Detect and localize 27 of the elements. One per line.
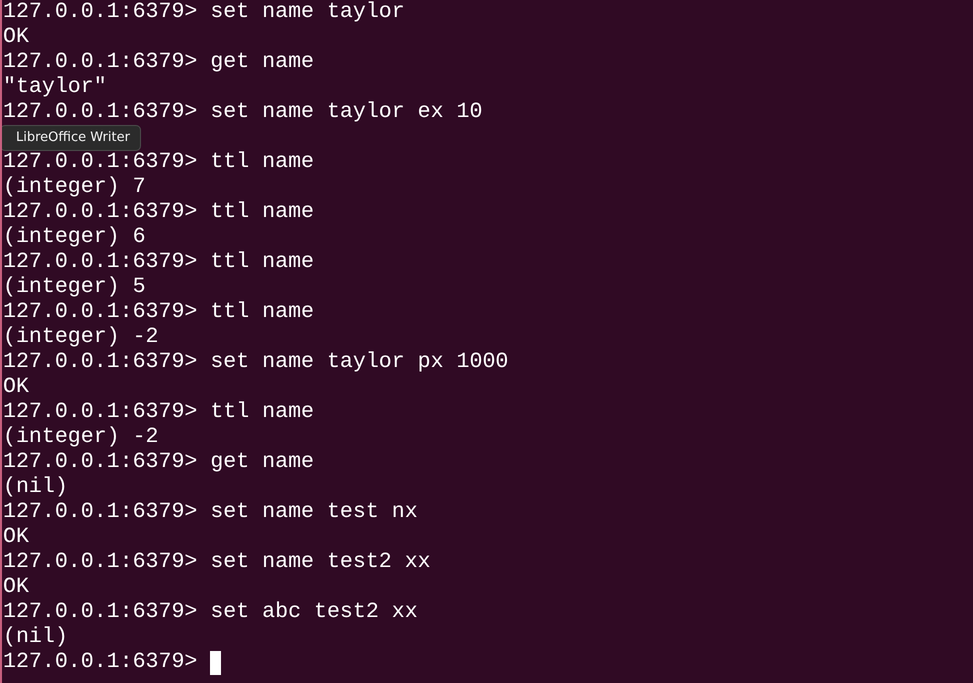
output-line: "taylor" [3, 75, 107, 100]
output-line: (nil) [3, 625, 68, 650]
prompt-line: 127.0.0.1:6379> ttl name [3, 200, 314, 225]
tooltip: LibreOffice Writer [2, 124, 141, 150]
output-line: (integer) 6 [3, 225, 146, 250]
output-line: OK [3, 525, 29, 550]
prompt-line: 127.0.0.1:6379> ttl name [3, 400, 314, 425]
output-line: OK [3, 375, 29, 400]
prompt-line: 127.0.0.1:6379> get name [3, 50, 314, 75]
prompt-line: 127.0.0.1:6379> set name taylor px 1000 [3, 350, 508, 375]
prompt-line: 127.0.0.1:6379> set name taylor ex 10 [3, 100, 482, 125]
prompt-line: 127.0.0.1:6379> ttl name [3, 150, 314, 175]
prompt-line: 127.0.0.1:6379> set abc test2 xx [3, 600, 418, 625]
output-line: OK [3, 25, 29, 50]
output-line: (integer) 5 [3, 275, 146, 300]
prompt-line: 127.0.0.1:6379> set name test2 xx [3, 550, 431, 575]
prompt-line: 127.0.0.1:6379> [3, 650, 198, 675]
prompt-line: 127.0.0.1:6379> ttl name [3, 300, 314, 325]
prompt-line: 127.0.0.1:6379> set name test nx [3, 500, 418, 525]
output-line: (integer) 7 [3, 175, 146, 200]
prompt-line: 127.0.0.1:6379> get name [3, 450, 314, 475]
output-line: (nil) [3, 475, 68, 500]
prompt-line: 127.0.0.1:6379> set name taylor [3, 0, 405, 25]
prompt-line: 127.0.0.1:6379> ttl name [3, 250, 314, 275]
output-line: OK [3, 575, 29, 600]
output-line: (integer) -2 [3, 425, 159, 450]
output-line: (integer) -2 [3, 325, 159, 350]
